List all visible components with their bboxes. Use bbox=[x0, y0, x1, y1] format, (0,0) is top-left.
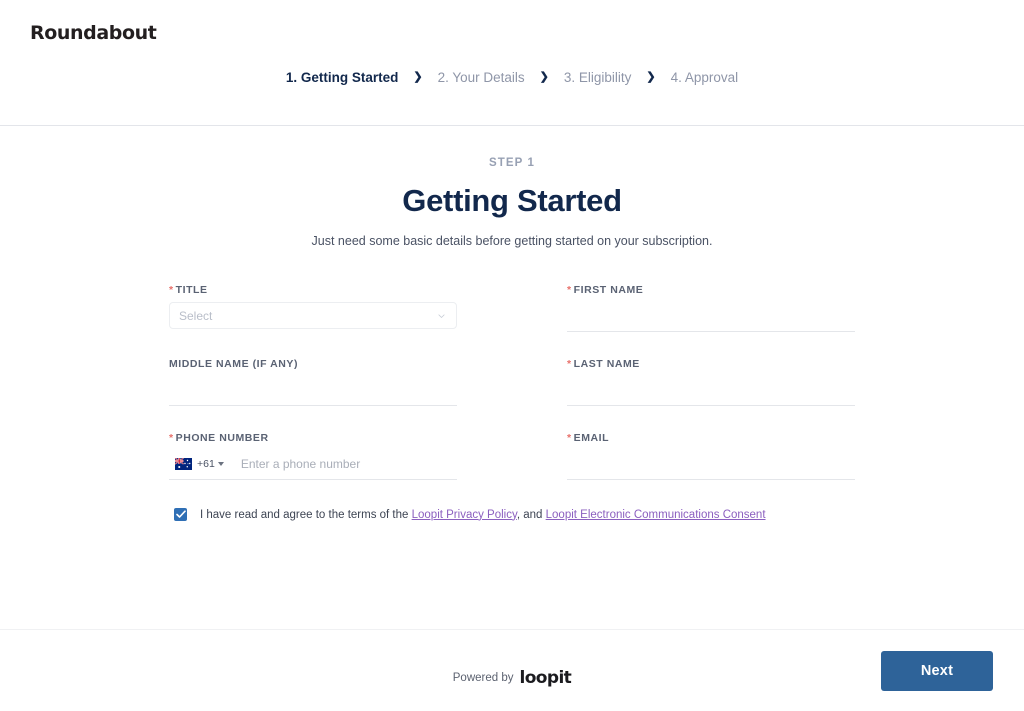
field-last-name: * LAST NAME bbox=[567, 358, 855, 406]
check-icon bbox=[175, 510, 186, 518]
step-progress-nav: 1. Getting Started ❯ 2. Your Details ❯ 3… bbox=[0, 70, 1024, 85]
middle-name-input[interactable] bbox=[169, 376, 457, 406]
label-text: EMAIL bbox=[573, 432, 610, 444]
field-label-phone-number: * PHONE NUMBER bbox=[169, 432, 457, 444]
phone-number-placeholder: Enter a phone number bbox=[240, 456, 361, 471]
label-text: PHONE NUMBER bbox=[175, 432, 269, 444]
field-label-last-name: * LAST NAME bbox=[567, 358, 855, 370]
required-marker: * bbox=[169, 432, 174, 444]
consent-row: I have read and agree to the terms of th… bbox=[169, 508, 855, 521]
australia-flag-icon bbox=[175, 457, 192, 470]
field-title: * TITLE Select bbox=[169, 284, 457, 332]
step-item-eligibility[interactable]: 3. Eligibility bbox=[562, 70, 634, 85]
title-select-placeholder: Select bbox=[179, 308, 213, 323]
signup-form: * TITLE Select * FIRST NAME MIDDLE NAME (I… bbox=[169, 284, 855, 506]
required-marker: * bbox=[567, 358, 572, 370]
field-label-middle-name: MIDDLE NAME (IF ANY) bbox=[169, 358, 457, 370]
step-indicator-label: STEP 1 bbox=[488, 157, 536, 169]
step-item-getting-started[interactable]: 1. Getting Started bbox=[284, 70, 401, 85]
electronic-communications-consent-link[interactable]: Loopit Electronic Communications Consent bbox=[546, 509, 766, 521]
required-marker: * bbox=[169, 284, 174, 296]
field-email: * EMAIL bbox=[567, 432, 855, 480]
page-footer: Powered by loopit Next bbox=[0, 629, 1024, 711]
country-dial-code: +61 bbox=[197, 457, 215, 470]
step-item-approval[interactable]: 4. Approval bbox=[669, 70, 741, 85]
required-marker: * bbox=[567, 284, 572, 296]
chevron-down-icon bbox=[438, 313, 445, 318]
brand-logo: Roundabout bbox=[30, 22, 157, 44]
loopit-logo: loopit bbox=[519, 668, 572, 688]
page-title: Getting Started bbox=[402, 183, 622, 218]
consent-text-before: I have read and agree to the terms of th… bbox=[200, 508, 412, 521]
label-text: FIRST NAME bbox=[573, 284, 644, 296]
email-input[interactable] bbox=[567, 450, 855, 480]
field-phone-number: * PHONE NUMBER +61 Enter a phone number bbox=[169, 432, 457, 480]
label-text: TITLE bbox=[175, 284, 208, 296]
last-name-input[interactable] bbox=[567, 376, 855, 406]
page-subtitle: Just need some basic details before gett… bbox=[311, 234, 713, 248]
chevron-right-icon: ❯ bbox=[646, 71, 656, 83]
page-header: Roundabout 1. Getting Started ❯ 2. Your … bbox=[0, 0, 1024, 126]
powered-by-block: Powered by loopit bbox=[0, 668, 1024, 688]
field-first-name: * FIRST NAME bbox=[567, 284, 855, 332]
chevron-right-icon: ❯ bbox=[413, 71, 423, 83]
field-label-first-name: * FIRST NAME bbox=[567, 284, 855, 296]
powered-by-label: Powered by bbox=[452, 672, 514, 684]
first-name-input[interactable] bbox=[567, 302, 855, 332]
phone-input-row[interactable]: +61 Enter a phone number bbox=[169, 450, 457, 480]
label-text: LAST NAME bbox=[573, 358, 640, 370]
next-button[interactable]: Next bbox=[881, 651, 993, 691]
consent-text-middle: , and bbox=[516, 508, 546, 521]
field-label-title: * TITLE bbox=[169, 284, 457, 296]
main-content: STEP 1 Getting Started Just need some ba… bbox=[0, 157, 1024, 629]
caret-down-icon[interactable] bbox=[217, 461, 224, 466]
required-marker: * bbox=[567, 432, 572, 444]
consent-text: I have read and agree to the terms of th… bbox=[200, 509, 766, 521]
privacy-policy-link[interactable]: Loopit Privacy Policy bbox=[412, 509, 517, 521]
title-select[interactable]: Select bbox=[169, 302, 457, 329]
field-label-email: * EMAIL bbox=[567, 432, 855, 444]
step-item-your-details[interactable]: 2. Your Details bbox=[436, 70, 527, 85]
chevron-right-icon: ❯ bbox=[539, 71, 549, 83]
consent-checkbox[interactable] bbox=[174, 508, 187, 521]
label-text: MIDDLE NAME (IF ANY) bbox=[169, 358, 299, 370]
field-middle-name: MIDDLE NAME (IF ANY) bbox=[169, 358, 457, 406]
